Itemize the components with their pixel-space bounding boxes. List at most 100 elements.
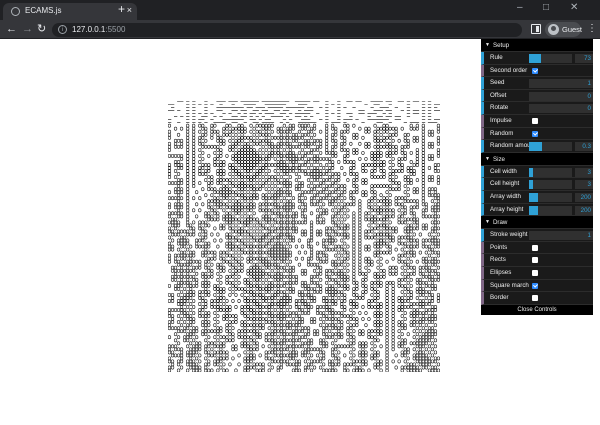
- control-label: Impulse: [490, 116, 512, 124]
- rotate-input[interactable]: 0: [529, 104, 593, 114]
- points-checkbox[interactable]: [532, 244, 538, 251]
- cell-height-input[interactable]: 3: [575, 180, 593, 190]
- folder-setup[interactable]: ▼ Setup: [481, 39, 593, 52]
- control-random-amount: Random amount 0.3: [481, 140, 593, 153]
- control-label: Rects: [490, 256, 506, 264]
- seed-input[interactable]: 1: [529, 79, 593, 89]
- control-label: Stroke weight: [490, 231, 528, 239]
- control-label: Array width: [490, 192, 521, 200]
- control-square-march: Square march: [481, 279, 593, 293]
- address-bar[interactable]: i 127.0.0.1:5500: [52, 23, 522, 37]
- control-rotate: Rotate 0: [481, 102, 593, 115]
- control-offset: Offset 0: [481, 89, 593, 103]
- control-label: Random: [490, 129, 514, 137]
- back-arrow-icon[interactable]: ←: [6, 22, 17, 36]
- control-seed: Seed 1: [481, 77, 593, 90]
- control-random: Random: [481, 127, 593, 141]
- window-minimize-button[interactable]: –: [517, 2, 523, 13]
- tab-title: ECAMS.js: [25, 6, 62, 15]
- folder-draw-title: Draw: [492, 219, 508, 227]
- avatar: [548, 24, 559, 35]
- controls-panel: ▼ Setup Rule 73 Second order Seed 1 Offse…: [481, 39, 593, 315]
- control-border: Border: [481, 292, 593, 305]
- rule-input[interactable]: 73: [575, 54, 593, 63]
- profile-button[interactable]: Guest: [545, 22, 583, 37]
- control-rule: Rule 73: [481, 52, 593, 65]
- control-label: Offset: [490, 91, 507, 99]
- control-stroke-weight: Stroke weight 1: [481, 229, 593, 242]
- info-icon[interactable]: i: [58, 25, 67, 34]
- ellipses-checkbox[interactable]: [532, 269, 538, 276]
- random-checkbox[interactable]: [532, 130, 538, 137]
- control-impulse: Impulse: [481, 114, 593, 128]
- control-cell-width: Cell width 3: [481, 165, 593, 179]
- array-height-input[interactable]: 200: [575, 205, 593, 215]
- control-label: Points: [490, 243, 508, 251]
- random-amount-slider[interactable]: [529, 142, 572, 152]
- reload-icon[interactable]: ↻: [37, 22, 46, 36]
- side-panel-icon[interactable]: [531, 24, 541, 34]
- slider-fill: [529, 205, 538, 215]
- control-label: Second order: [490, 66, 528, 74]
- automaton-pattern: [168, 101, 440, 372]
- control-cell-height: Cell height 3: [481, 178, 593, 191]
- url-port: :5500: [105, 25, 126, 34]
- profile-label: Guest: [562, 25, 583, 34]
- control-label: Ellipses: [490, 268, 512, 276]
- rule-slider[interactable]: [529, 54, 572, 63]
- control-array-height: Array height 200: [481, 203, 593, 217]
- globe-icon: [11, 7, 20, 16]
- control-array-width: Array width 200: [481, 190, 593, 204]
- cell-height-slider[interactable]: [529, 180, 572, 190]
- forward-arrow-icon[interactable]: →: [22, 22, 33, 36]
- new-tab-button[interactable]: +: [118, 2, 125, 16]
- impulse-checkbox[interactable]: [532, 117, 538, 124]
- window-close-button[interactable]: ✕: [570, 2, 578, 13]
- control-ellipses: Ellipses: [481, 266, 593, 280]
- rects-checkbox[interactable]: [532, 257, 538, 264]
- control-label: Border: [490, 294, 509, 302]
- url-text: 127.0.0.1:5500: [72, 25, 125, 34]
- square-march-checkbox[interactable]: [532, 282, 538, 289]
- stroke-weight-input[interactable]: 1: [529, 231, 593, 241]
- slider-fill: [529, 180, 534, 190]
- slider-fill: [529, 192, 538, 202]
- triangle-down-icon: ▼: [485, 155, 490, 162]
- folder-setup-title: Setup: [492, 42, 510, 49]
- url-host: 127.0.0.1: [72, 25, 106, 34]
- control-label: Cell width: [490, 167, 517, 175]
- offset-input[interactable]: 0: [529, 91, 593, 101]
- random-amount-input[interactable]: 0.3: [575, 142, 593, 152]
- folder-draw[interactable]: ▼ Draw: [481, 216, 593, 230]
- triangle-down-icon: ▼: [485, 42, 490, 48]
- slider-fill: [529, 54, 542, 63]
- browser-tab[interactable]: ECAMS.js ×: [3, 3, 137, 20]
- control-label: Cell height: [490, 180, 520, 188]
- kebab-menu-icon[interactable]: ⋮: [587, 23, 597, 35]
- browser-toolbar: ← → ↻ i 127.0.0.1:5500 Guest ⋮: [0, 20, 600, 39]
- control-second-order: Second order: [481, 64, 593, 78]
- cellular-automaton-canvas: [168, 101, 440, 372]
- control-rects: Rects: [481, 254, 593, 267]
- control-label: Seed: [490, 79, 505, 87]
- control-label: Array height: [490, 205, 524, 213]
- control-label: Rotate: [490, 104, 509, 112]
- tab-close-icon[interactable]: ×: [127, 5, 132, 15]
- window-maximize-button[interactable]: □: [543, 2, 549, 13]
- cell-width-input[interactable]: 3: [575, 167, 593, 177]
- folder-size-title: Size: [492, 155, 505, 163]
- array-height-slider[interactable]: [529, 205, 572, 215]
- close-controls-button[interactable]: Close Controls: [481, 304, 593, 315]
- control-points: Points: [481, 241, 593, 255]
- slider-fill: [529, 167, 534, 177]
- slider-fill: [529, 142, 542, 152]
- control-label: Rule: [490, 54, 503, 61]
- array-width-slider[interactable]: [529, 192, 572, 202]
- triangle-down-icon: ▼: [485, 219, 490, 226]
- folder-size[interactable]: ▼ Size: [481, 152, 593, 166]
- second-order-checkbox[interactable]: [532, 67, 538, 74]
- border-checkbox[interactable]: [532, 295, 538, 302]
- browser-title-bar: ECAMS.js × + – □ ✕: [0, 0, 600, 20]
- cell-width-slider[interactable]: [529, 167, 572, 177]
- array-width-input[interactable]: 200: [575, 192, 593, 202]
